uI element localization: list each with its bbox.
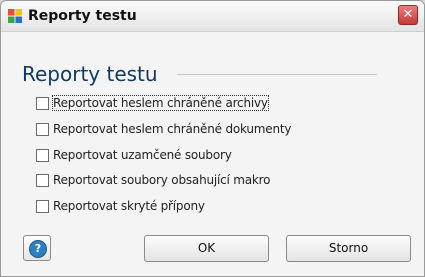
cancel-button[interactable]: Storno: [286, 235, 411, 262]
option-label[interactable]: Reportovat uzamčené soubory: [53, 148, 232, 162]
close-icon: ✕: [402, 7, 414, 22]
checkbox[interactable]: [36, 96, 49, 110]
heading-divider: [177, 74, 377, 75]
option-macro-files[interactable]: Reportovat soubory obsahující makro: [36, 172, 271, 188]
option-label[interactable]: Reportovat soubory obsahující makro: [53, 173, 271, 187]
app-icon: [8, 9, 22, 23]
help-icon: ?: [29, 240, 47, 258]
option-hidden-extensions[interactable]: Reportovat skryté přípony: [36, 198, 205, 214]
option-locked-files[interactable]: Reportovat uzamčené soubory: [36, 147, 232, 163]
checkbox[interactable]: [36, 122, 49, 136]
option-password-documents[interactable]: Reportovat heslem chráněné dokumenty: [36, 121, 291, 137]
help-button[interactable]: ?: [23, 235, 51, 261]
close-button[interactable]: ✕: [398, 5, 418, 25]
option-label[interactable]: Reportovat heslem chráněné dokumenty: [53, 122, 291, 136]
checkbox[interactable]: [36, 173, 49, 187]
checkbox[interactable]: [36, 199, 49, 213]
dialog-heading: Reporty testu: [22, 62, 158, 86]
option-label[interactable]: Reportovat heslem chráněné archivy: [52, 95, 269, 111]
title-bar[interactable]: Reporty testu ✕: [1, 1, 424, 32]
ok-button[interactable]: OK: [144, 235, 269, 262]
dialog-window: Reporty testu ✕ Reporty testu Reportovat…: [0, 0, 425, 277]
checkbox[interactable]: [36, 148, 49, 162]
window-title: Reporty testu: [28, 8, 137, 24]
option-label[interactable]: Reportovat skryté přípony: [53, 199, 205, 213]
option-password-archives[interactable]: Reportovat heslem chráněné archivy: [36, 95, 269, 111]
